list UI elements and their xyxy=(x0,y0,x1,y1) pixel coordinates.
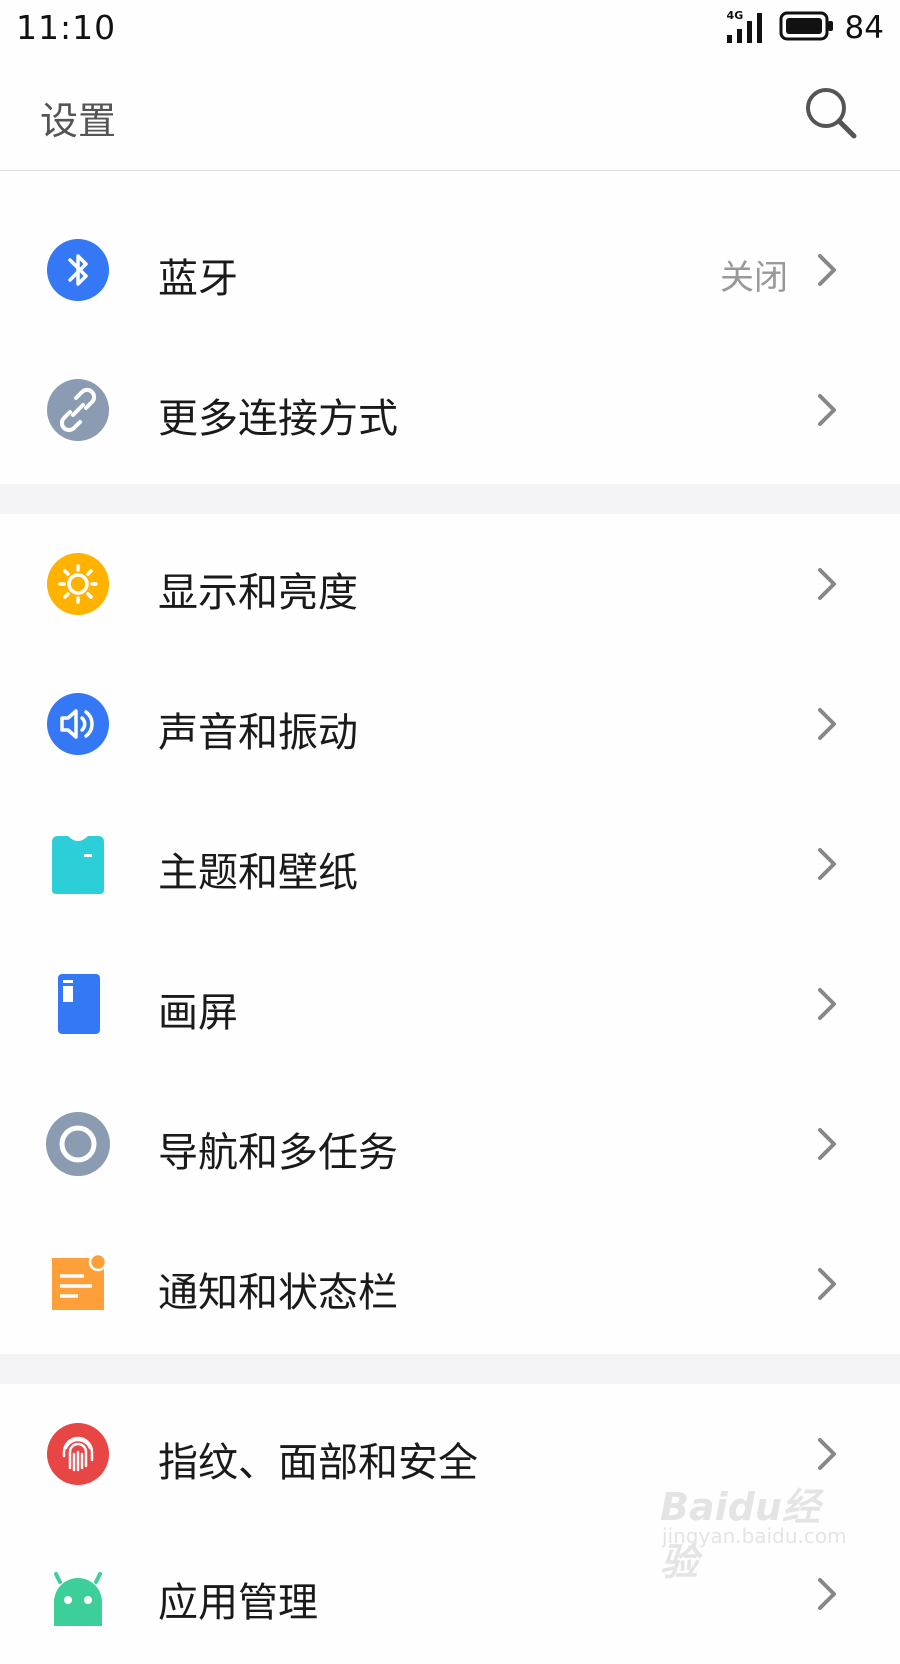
chevron-right-icon xyxy=(818,848,836,880)
search-button[interactable] xyxy=(800,82,860,142)
chevron-right-icon xyxy=(818,254,836,286)
settings-group-connectivity: 蓝牙 关闭 更多连接方式 xyxy=(0,200,900,480)
settings-group-personalization: 显示和亮度 声音和振动 主题和壁纸 画屏 导航和多任务 通知和状态栏 xyxy=(0,514,900,1354)
link-icon xyxy=(47,379,109,441)
item-label: 更多连接方式 xyxy=(158,396,398,442)
group-divider xyxy=(0,1354,900,1384)
item-label: 声音和振动 xyxy=(158,710,358,756)
settings-item-notification-statusbar[interactable]: 通知和状态栏 xyxy=(0,1214,900,1354)
chevron-right-icon xyxy=(818,568,836,600)
group-divider xyxy=(0,484,900,514)
baidu-watermark: Baidu经验 jingyan.baidu.com xyxy=(660,1476,847,1584)
speaker-icon xyxy=(47,693,109,755)
network-type: 4G xyxy=(726,9,744,22)
sun-icon xyxy=(47,553,109,615)
settings-item-sound-vibration[interactable]: 声音和振动 xyxy=(0,654,900,794)
settings-item-display-brightness[interactable]: 显示和亮度 xyxy=(0,514,900,654)
screen-icon xyxy=(58,974,100,1034)
notification-icon xyxy=(52,1252,108,1310)
bluetooth-status: 关闭 xyxy=(720,258,788,298)
chevron-right-icon xyxy=(818,394,836,426)
battery-icon xyxy=(779,11,835,45)
settings-item-bluetooth[interactable]: 蓝牙 关闭 xyxy=(0,200,900,340)
item-label: 应用管理 xyxy=(158,1580,318,1626)
chevron-right-icon xyxy=(818,708,836,740)
status-bar: 11:10 4G 84 xyxy=(0,0,900,56)
settings-item-navigation-multitask[interactable]: 导航和多任务 xyxy=(0,1074,900,1214)
chevron-right-icon xyxy=(818,1128,836,1160)
settings-item-more-connections[interactable]: 更多连接方式 xyxy=(0,340,900,480)
chevron-right-icon xyxy=(818,988,836,1020)
signal-icon: 4G xyxy=(725,9,769,45)
status-indicators: 4G 84 xyxy=(725,8,884,48)
search-icon xyxy=(806,88,857,139)
bluetooth-icon xyxy=(47,239,109,301)
chevron-right-icon xyxy=(818,1268,836,1300)
status-time: 11:10 xyxy=(16,8,117,47)
header: 设置 xyxy=(0,56,900,171)
item-label: 指纹、面部和安全 xyxy=(158,1440,478,1486)
theme-shirt-icon xyxy=(52,836,104,894)
watermark-sub: jingyan.baidu.com xyxy=(662,1524,847,1548)
battery-percent: 84 xyxy=(844,10,884,46)
item-label: 蓝牙 xyxy=(158,256,238,302)
item-label: 显示和亮度 xyxy=(158,570,358,616)
chevron-right-icon xyxy=(818,1438,836,1470)
settings-item-screen-saver[interactable]: 画屏 xyxy=(0,934,900,1074)
fingerprint-icon xyxy=(47,1423,109,1485)
android-icon xyxy=(54,1572,102,1626)
item-label: 通知和状态栏 xyxy=(158,1270,398,1316)
item-label: 主题和壁纸 xyxy=(158,850,358,896)
page-title: 设置 xyxy=(40,99,117,143)
navigation-icon xyxy=(46,1112,110,1176)
item-label: 画屏 xyxy=(158,990,238,1036)
item-label: 导航和多任务 xyxy=(158,1130,398,1176)
settings-item-theme-wallpaper[interactable]: 主题和壁纸 xyxy=(0,794,900,934)
